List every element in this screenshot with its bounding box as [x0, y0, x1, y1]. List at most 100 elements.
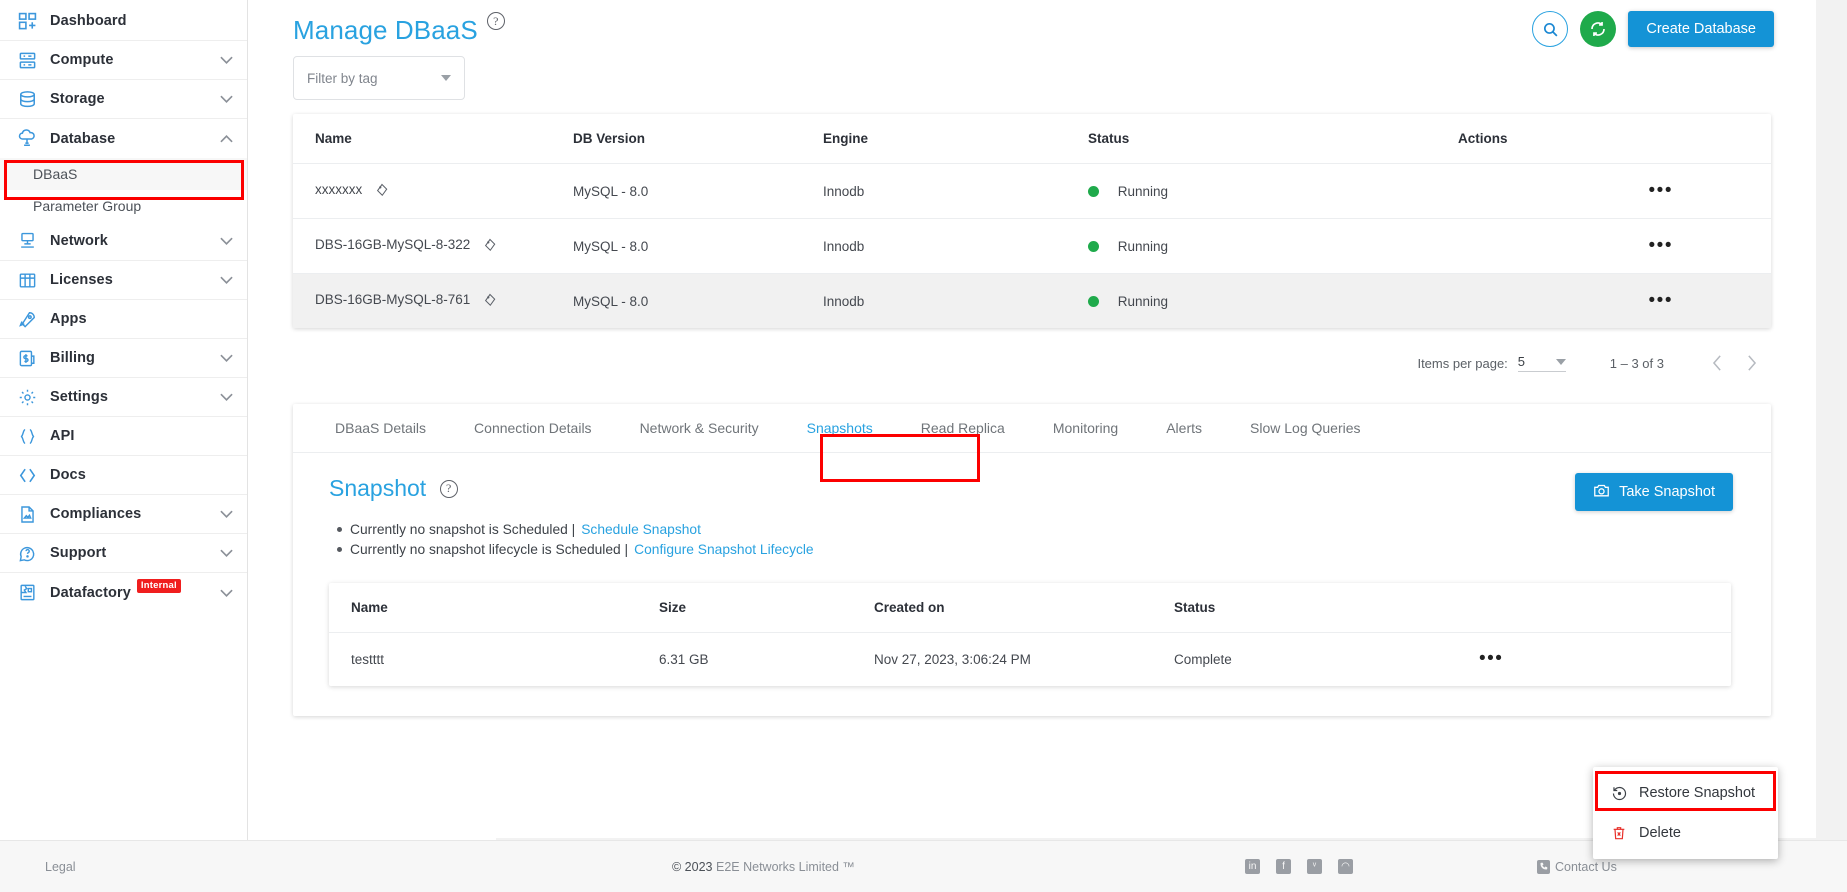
dashboard-icon	[14, 10, 40, 32]
chevron-down-icon[interactable]	[220, 354, 233, 362]
sidebar-item-dashboard[interactable]: Dashboard	[0, 2, 247, 41]
tab-connection-details[interactable]: Connection Details	[450, 404, 616, 452]
sidebar-item-storage[interactable]: Storage	[0, 80, 247, 119]
chevron-down-icon[interactable]	[220, 393, 233, 401]
social-links: in f ᵛ ◠	[1245, 859, 1353, 874]
sidebar-item-label: Settings	[50, 389, 108, 405]
sidebar-item-datafactory[interactable]: Datafactory Internal	[0, 573, 247, 612]
menu-item-restore-snapshot[interactable]: Restore Snapshot	[1593, 773, 1778, 813]
sidebar-item-compute[interactable]: Compute	[0, 41, 247, 80]
chevron-down-icon[interactable]	[220, 56, 233, 64]
tab-slow-log-queries[interactable]: Slow Log Queries	[1226, 404, 1385, 452]
items-per-page-label: Items per page:	[1417, 355, 1508, 371]
tag-edit-icon[interactable]	[375, 183, 389, 200]
facebook-icon[interactable]: f	[1276, 859, 1291, 874]
bullet-icon	[337, 547, 342, 552]
tag-edit-icon[interactable]	[483, 293, 497, 310]
contact-us-link[interactable]: Contact Us	[1537, 859, 1617, 874]
chevron-down-icon[interactable]	[220, 237, 233, 245]
db-engine: Innodb	[823, 273, 1088, 328]
sidebar-item-label: Database	[50, 130, 116, 147]
status-dot	[1088, 185, 1099, 197]
tag-edit-icon[interactable]	[483, 238, 497, 255]
sidebar-item-licenses[interactable]: Licenses	[0, 261, 247, 300]
legal-link[interactable]: Legal	[45, 860, 76, 874]
chevron-up-icon[interactable]	[220, 134, 233, 143]
db-version: MySQL - 8.0	[573, 163, 823, 219]
snapshot-name: testttt	[351, 652, 385, 667]
sidebar-item-label: Support	[50, 545, 107, 561]
status-dot	[1088, 295, 1099, 307]
sidebar-item-label: Datafactory	[50, 584, 131, 601]
filter-by-tag-select[interactable]: Filter by tag	[293, 56, 465, 100]
menu-item-label: Restore Snapshot	[1639, 785, 1756, 801]
menu-item-delete[interactable]: Delete	[1593, 813, 1778, 853]
chevron-down-icon[interactable]	[220, 510, 233, 518]
rss-icon[interactable]: ◠	[1338, 859, 1353, 874]
question-mark-icon[interactable]: ?	[439, 479, 458, 498]
database-table-card: Name DB Version Engine Status Actions xx…	[293, 114, 1771, 328]
chevron-down-icon[interactable]	[220, 589, 233, 597]
tab-network-security[interactable]: Network & Security	[616, 404, 783, 452]
previous-page-button[interactable]	[1700, 346, 1734, 380]
tab-read-replica[interactable]: Read Replica	[897, 404, 1029, 452]
linkedin-icon[interactable]: in	[1245, 859, 1260, 874]
refresh-icon[interactable]	[1580, 11, 1617, 47]
sidebar-item-apps[interactable]: Apps	[0, 300, 247, 339]
chevron-down-icon[interactable]	[220, 276, 233, 284]
sidebar-item-compliances[interactable]: Compliances	[0, 495, 247, 534]
schedule-snapshot-link[interactable]: Schedule Snapshot	[581, 522, 701, 537]
db-version: MySQL - 8.0	[573, 218, 823, 274]
sidebar-item-docs[interactable]: Docs	[0, 456, 247, 495]
db-name: xxxxxxx	[315, 182, 363, 197]
status-badge: Running	[1117, 238, 1169, 254]
chevron-down-icon[interactable]	[220, 549, 233, 557]
table-row[interactable]: DBS-16GB-MySQL-8-761 MySQL - 8.0 Innodb	[293, 273, 1771, 328]
table-header-row: Name Size Created on Status	[329, 583, 1731, 633]
take-snapshot-button[interactable]: Take Snapshot	[1575, 473, 1733, 511]
sidebar-item-support[interactable]: Support	[0, 534, 247, 573]
server-icon	[14, 49, 40, 71]
chevron-down-icon[interactable]	[220, 95, 233, 103]
sidebar: Dashboard Compute Storage Database DBaaS…	[0, 0, 248, 892]
sidebar-item-label: Compliances	[50, 506, 142, 522]
tab-dbaas-details[interactable]: DBaaS Details	[311, 404, 450, 452]
next-page-button[interactable]	[1734, 346, 1768, 380]
chevron-down-icon	[441, 75, 451, 81]
document-icon	[14, 503, 40, 525]
snapshot-notes: Currently no snapshot is Scheduled | Sch…	[329, 522, 1731, 557]
configure-snapshot-lifecycle-link[interactable]: Configure Snapshot Lifecycle	[634, 542, 813, 557]
sidebar-item-api[interactable]: API	[0, 417, 247, 456]
tab-alerts[interactable]: Alerts	[1142, 404, 1226, 452]
snapshot-created-on: Nov 27, 2023, 3:06:24 PM	[874, 652, 1031, 667]
snapshot-note: Currently no snapshot lifecycle is Sched…	[337, 542, 1731, 557]
page-header: Manage DBaaS ? Create Database	[248, 0, 1816, 47]
column-header-actions	[1424, 583, 1731, 633]
create-database-button[interactable]: Create Database	[1628, 11, 1774, 47]
sidebar-item-database[interactable]: Database	[0, 119, 247, 158]
sidebar-item-parameter-group[interactable]: Parameter Group	[0, 190, 247, 222]
twitter-icon[interactable]: ᵛ	[1307, 859, 1322, 874]
tab-snapshots[interactable]: Snapshots	[783, 404, 897, 452]
sidebar-item-network[interactable]: Network	[0, 222, 247, 261]
table-row[interactable]: xxxxxxx MySQL - 8.0 Innodb Running •••	[293, 163, 1771, 219]
sidebar-item-settings[interactable]: Settings	[0, 378, 247, 417]
search-icon[interactable]	[1532, 11, 1569, 47]
sidebar-item-label: Docs	[50, 467, 86, 483]
sidebar-item-label: Apps	[50, 311, 87, 327]
table-row[interactable]: testttt 6.31 GB Nov 27, 2023, 3:06:24 PM…	[329, 633, 1731, 687]
status-dot	[1088, 240, 1099, 252]
app-root: Dashboard Compute Storage Database DBaaS…	[0, 0, 1847, 892]
sidebar-item-dbaas[interactable]: DBaaS	[0, 158, 247, 190]
column-header-db-version: DB Version	[573, 114, 823, 164]
sidebar-item-billing[interactable]: Billing	[0, 339, 247, 378]
take-snapshot-label: Take Snapshot	[1619, 484, 1715, 500]
tab-monitoring[interactable]: Monitoring	[1029, 404, 1142, 452]
sidebar-item-label: Compute	[50, 52, 114, 68]
sidebar-item-label: Billing	[50, 350, 95, 366]
question-mark-icon[interactable]: ?	[486, 12, 505, 30]
header-actions: Create Database	[1532, 11, 1774, 47]
table-row[interactable]: DBS-16GB-MySQL-8-322 MySQL - 8.0 Innodb	[293, 218, 1771, 274]
items-per-page-select[interactable]: 5	[1517, 354, 1566, 372]
support-icon	[14, 542, 40, 564]
